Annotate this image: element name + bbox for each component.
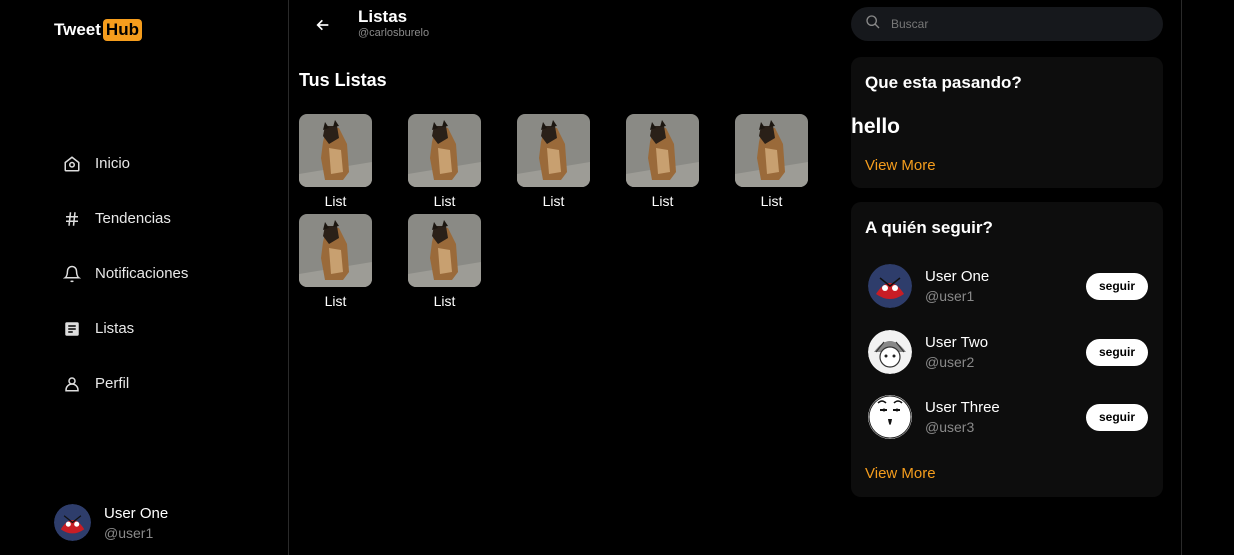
follow-button[interactable]: seguir: [1086, 338, 1148, 366]
follow-suggestion: User Three @user3 seguir: [868, 394, 1148, 440]
list-card[interactable]: List: [735, 114, 808, 214]
logo-text-tweet: Tweet: [54, 20, 101, 39]
list-thumbnail: [299, 114, 372, 187]
user-handle: @user1: [925, 287, 975, 304]
user-name[interactable]: User Three: [925, 398, 1086, 418]
avatar: [54, 504, 91, 542]
list-thumbnail: [517, 114, 590, 187]
list-card[interactable]: List: [517, 114, 590, 214]
view-more-link[interactable]: View More: [865, 465, 936, 482]
follow-button[interactable]: seguir: [1086, 403, 1148, 431]
user-icon: [62, 374, 82, 394]
list-thumbnail: [626, 114, 699, 187]
sidebar-item-inicio[interactable]: Inicio: [62, 136, 188, 191]
list-thumbnail: [408, 214, 481, 287]
list-thumbnail: [408, 114, 481, 187]
main-content: Listas @carlosburelo Tus Listas List Lis…: [290, 0, 835, 555]
list-label: List: [760, 193, 783, 209]
sidebar-nav: Inicio Tendencias Notificaciones Listas …: [62, 136, 188, 411]
user-name[interactable]: User One: [925, 267, 1086, 287]
follow-suggestion: User Two @user2 seguir: [868, 329, 1148, 375]
sidebar: Tweet Hub Inicio Tendencias Notificacion…: [0, 0, 289, 555]
avatar[interactable]: [868, 330, 912, 374]
user-handle: @user3: [925, 418, 975, 435]
lists-grid: List List List List List List List: [299, 114, 839, 314]
list-label: List: [433, 193, 456, 209]
sidebar-item-label: Inicio: [95, 155, 131, 172]
hashtag-icon: [62, 209, 82, 229]
avatar[interactable]: [868, 395, 912, 439]
avatar[interactable]: [868, 264, 912, 308]
user-handle: @user2: [925, 353, 975, 370]
sidebar-item-label: Perfil: [95, 375, 130, 392]
bell-icon: [62, 264, 82, 284]
list-label: List: [651, 193, 674, 209]
list-card[interactable]: List: [299, 114, 372, 214]
list-label: List: [324, 193, 347, 209]
sidebar-item-notificaciones[interactable]: Notificaciones: [62, 246, 188, 301]
list-card[interactable]: List: [626, 114, 699, 214]
search-input[interactable]: [891, 17, 1141, 31]
view-more-link[interactable]: View More: [865, 157, 936, 174]
column-divider: [1181, 0, 1182, 555]
list-label: List: [324, 293, 347, 309]
sidebar-item-tendencias[interactable]: Tendencias: [62, 191, 188, 246]
list-card[interactable]: List: [299, 214, 372, 314]
whats-happening-card: Que esta pasando? hello View More: [851, 57, 1163, 188]
list-thumbnail: [299, 214, 372, 287]
logo-text-hub: Hub: [102, 19, 142, 41]
account-name: User One: [104, 505, 169, 522]
user-name[interactable]: User Two: [925, 333, 1086, 353]
section-title: Tus Listas: [299, 70, 387, 90]
page-title: Listas: [358, 7, 408, 26]
search-bar[interactable]: [851, 7, 1163, 41]
sidebar-item-listas[interactable]: Listas: [62, 301, 188, 356]
follow-suggestion: User One @user1 seguir: [868, 263, 1148, 309]
who-to-follow-title: A quién seguir?: [865, 218, 993, 237]
follow-button[interactable]: seguir: [1086, 272, 1148, 300]
account-switcher[interactable]: User One @user1: [54, 504, 168, 542]
back-arrow-icon[interactable]: [312, 14, 334, 36]
sidebar-item-label: Notificaciones: [95, 265, 189, 282]
page-header: Listas @carlosburelo: [358, 7, 430, 39]
list-card[interactable]: List: [408, 214, 481, 314]
list-icon: [62, 319, 82, 339]
who-to-follow-card: A quién seguir? User One @user1 seguir U…: [851, 202, 1163, 497]
logo[interactable]: Tweet Hub: [54, 19, 142, 41]
sidebar-item-perfil[interactable]: Perfil: [62, 356, 188, 411]
list-card[interactable]: List: [408, 114, 481, 214]
list-label: List: [542, 193, 565, 209]
account-handle: @user1: [104, 524, 154, 541]
sidebar-item-label: Listas: [95, 320, 135, 337]
sidebar-item-label: Tendencias: [95, 210, 171, 227]
list-label: List: [433, 293, 456, 309]
trend-content: hello: [851, 115, 901, 138]
home-icon: [62, 154, 82, 174]
list-thumbnail: [735, 114, 808, 187]
search-icon: [865, 14, 881, 35]
page-subtitle: @carlosburelo: [358, 26, 430, 39]
whats-happening-title: Que esta pasando?: [865, 73, 1022, 92]
